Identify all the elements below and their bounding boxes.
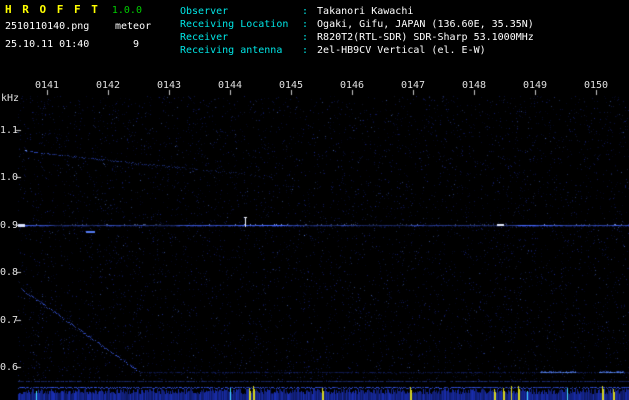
- mode-label: meteor: [115, 21, 152, 32]
- time-label: 0142: [95, 80, 121, 91]
- time-label: 0150: [583, 80, 609, 91]
- info-separator: :: [302, 19, 309, 30]
- info-label: Observer: [180, 6, 229, 17]
- freq-label: 0.9: [0, 220, 19, 231]
- time-label: 0145: [278, 80, 304, 91]
- info-separator: :: [302, 6, 309, 17]
- datetime-label: 25.10.11 01:40: [5, 39, 90, 50]
- time-label: 0141: [34, 80, 60, 91]
- freq-label: 1.1: [0, 125, 19, 136]
- time-label: 0148: [461, 80, 487, 91]
- time-label: 0149: [522, 80, 548, 91]
- info-separator: :: [302, 45, 309, 56]
- app-version: 1.0.0: [111, 5, 142, 16]
- freq-unit-label: kHz: [1, 93, 20, 104]
- info-label: Receiving antenna: [180, 45, 283, 56]
- info-label: Receiving Location: [180, 19, 289, 30]
- info-value: Ogaki, Gifu, JAPAN (136.60E, 35.35N): [317, 19, 534, 30]
- freq-label: 1.0: [0, 172, 19, 183]
- info-row-observer: Observer: Takanori Kawachi: [180, 6, 413, 17]
- time-label: 0143: [156, 80, 182, 91]
- info-row-antenna: Receiving antenna:2el-HB9CV Vertical (el…: [180, 45, 486, 56]
- app-title-row: H R O F F T 1.0.0: [5, 3, 142, 16]
- meteor-count: 9: [133, 39, 140, 50]
- app-title: H R O F F T: [5, 3, 100, 16]
- info-row-receiver: Receiver: R820T2(RTL-SDR) SDR-Sharp 53.10…: [180, 32, 534, 43]
- freq-label: 0.6: [0, 362, 19, 373]
- freq-label: 0.7: [0, 315, 19, 326]
- info-label: Receiver: [180, 32, 229, 43]
- time-label: 0147: [400, 80, 426, 91]
- info-value: R820T2(RTL-SDR) SDR-Sharp 53.1000MHz: [317, 32, 534, 43]
- time-label: 0144: [217, 80, 243, 91]
- info-separator: :: [302, 32, 309, 43]
- info-value: 2el-HB9CV Vertical (el. E-W): [317, 45, 486, 56]
- output-filename: 2510110140.png: [5, 21, 90, 32]
- spectrogram-canvas: [0, 0, 629, 400]
- time-label: 0146: [339, 80, 365, 91]
- freq-label: 0.8: [0, 267, 19, 278]
- hrofft-app-window: H R O F F T 1.0.0 2510110140.png meteor 2…: [0, 0, 629, 400]
- info-value: Takanori Kawachi: [317, 6, 414, 17]
- info-row-location: Receiving Location: Ogaki, Gifu, JAPAN (1…: [180, 19, 534, 30]
